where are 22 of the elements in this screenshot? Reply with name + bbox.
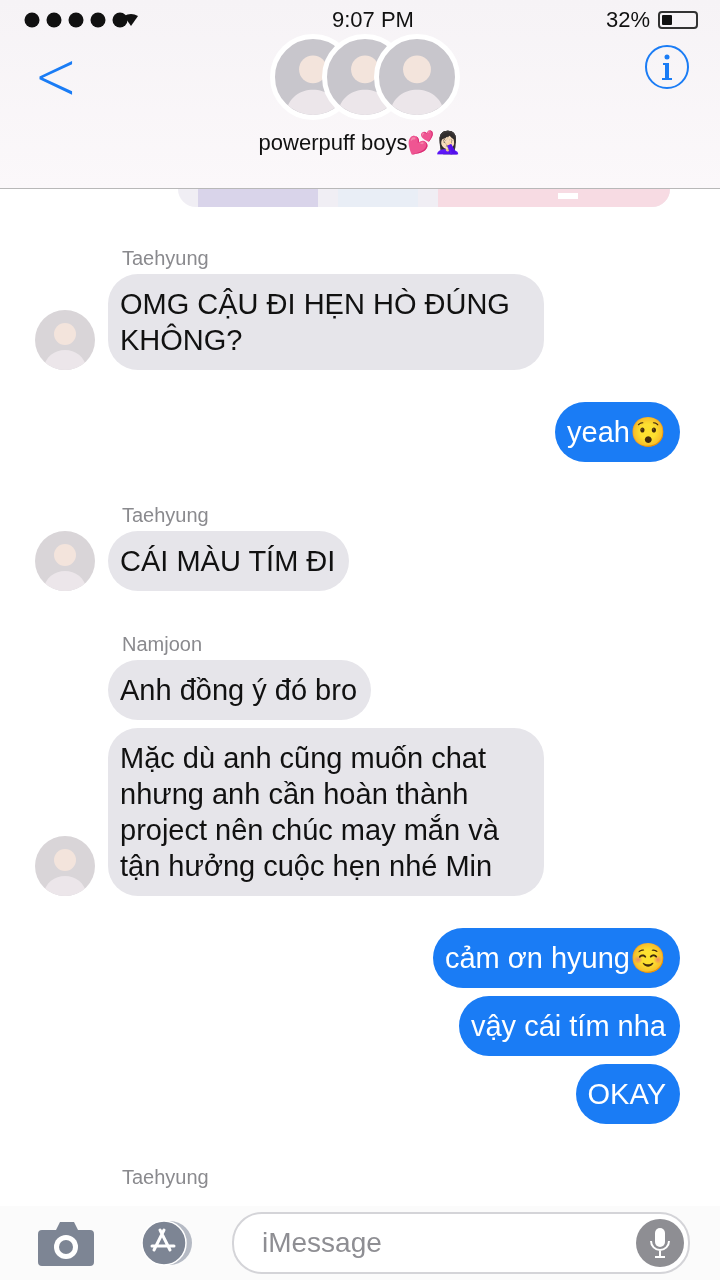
message-field[interactable]: iMessage bbox=[232, 1212, 690, 1274]
incoming-message: Anh đồng ý đó bro bbox=[108, 660, 371, 720]
incoming-message: OMG CẬU ĐI HẸN HÒ ĐÚNG KHÔNG? bbox=[108, 274, 544, 370]
sender-name: Taehyung bbox=[122, 247, 210, 270]
outgoing-message: yeah😯 bbox=[555, 402, 680, 462]
incoming-message: CÁI MÀU TÍM ĐI bbox=[108, 531, 350, 591]
sender-name: Namjoon bbox=[122, 633, 204, 656]
microphone-icon[interactable] bbox=[636, 1219, 684, 1267]
outgoing-message: cảm ơn hyung☺ bbox=[432, 928, 680, 988]
sender-name: Taehyung bbox=[122, 504, 210, 527]
battery-icon bbox=[658, 11, 698, 29]
info-icon[interactable] bbox=[644, 44, 690, 90]
outgoing-message: vậy cái tím nha bbox=[458, 996, 680, 1056]
incoming-message: Mặc dù anh cũng muốn chat nhưng anh cần hoàn thành project nên chúc may mắn và tận hưởng cuộc hẹn nhé Min bbox=[108, 728, 544, 896]
status-time: 9:07 PM bbox=[332, 7, 414, 33]
signal-icon bbox=[24, 12, 140, 28]
conversation-title[interactable]: powerpuff boys💕🤦🏻‍♀ bbox=[0, 130, 720, 156]
camera-icon[interactable] bbox=[38, 1220, 94, 1266]
battery-percentage: 32% bbox=[605, 7, 650, 33]
back-button[interactable]: < bbox=[26, 42, 86, 110]
outgoing-message: OKAY bbox=[575, 1064, 680, 1124]
sender-name: Taehyung bbox=[122, 1166, 210, 1189]
